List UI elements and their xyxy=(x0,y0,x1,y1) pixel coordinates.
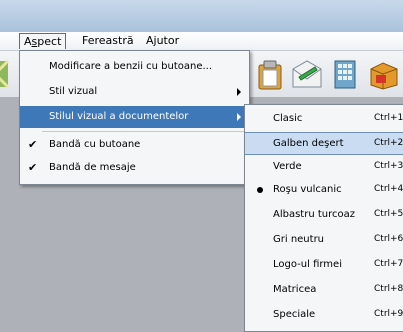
menu-aspect[interactable]: Aspect xyxy=(19,33,67,49)
shortcut-label: Ctrl+4 xyxy=(374,184,403,194)
style-label: Galben deşert xyxy=(273,138,344,149)
style-clasic[interactable]: Clasic Ctrl+1 xyxy=(245,107,403,130)
menu-item-label: Stil vizual xyxy=(49,86,98,97)
menu-item-modificare-banda[interactable]: Modificare a benzii cu butoane... xyxy=(20,56,249,78)
menu-item-stilul-documentelor[interactable]: Stilul vizual a documentelor xyxy=(20,106,249,128)
menu-separator xyxy=(42,131,245,132)
style-galben-desert[interactable]: Galben deşert Ctrl+2 xyxy=(245,132,403,155)
style-rosu-vulcanic[interactable]: Roşu vulcanic Ctrl+4 xyxy=(245,178,403,201)
style-verde[interactable]: Verde Ctrl+3 xyxy=(245,155,403,178)
shortcut-label: Ctrl+3 xyxy=(374,161,403,171)
shortcut-label: Ctrl+8 xyxy=(374,284,403,294)
style-matricea[interactable]: Matricea Ctrl+8 xyxy=(245,278,403,301)
pattern-icon[interactable] xyxy=(0,57,12,91)
menu-item-label: Bandă de mesaje xyxy=(49,162,136,173)
style-label: Matricea xyxy=(273,284,317,295)
checkmark-icon: ✔ xyxy=(28,161,38,174)
shortcut-label: Ctrl+7 xyxy=(374,259,403,269)
style-speciale[interactable]: Speciale Ctrl+9 xyxy=(245,303,403,326)
style-label: Gri neutru xyxy=(273,234,325,245)
menu-item-label: Modificare a benzii cu butoane... xyxy=(49,61,213,72)
style-albastru-turcoaz[interactable]: Albastru turcoaz Ctrl+5 xyxy=(245,203,403,226)
menu-item-banda-butoane[interactable]: ✔ Bandă cu butoane xyxy=(20,134,249,156)
style-label: Speciale xyxy=(273,309,316,320)
building-icon[interactable] xyxy=(328,57,362,91)
email-compose-icon[interactable] xyxy=(290,57,324,91)
menu-item-label: Stilul vizual a documentelor xyxy=(49,111,189,122)
title-bar xyxy=(0,0,403,32)
aspect-menu: Modificare a benzii cu butoane... Stil v… xyxy=(19,50,250,185)
style-label: Albastru turcoaz xyxy=(273,209,355,220)
style-label: Clasic xyxy=(273,113,303,124)
menu-item-label: Bandă cu butoane xyxy=(49,139,141,150)
style-label: Roşu vulcanic xyxy=(273,184,342,195)
menu-bar: Aspect Fereastră Ajutor xyxy=(0,32,403,51)
style-gri-neutru[interactable]: Gri neutru Ctrl+6 xyxy=(245,228,403,251)
clipboard-paste-icon[interactable] xyxy=(253,57,287,91)
shortcut-label: Ctrl+9 xyxy=(374,309,403,319)
box-icon[interactable] xyxy=(366,57,400,91)
menu-item-banda-mesaje[interactable]: ✔ Bandă de mesaje xyxy=(20,157,249,179)
shortcut-label: Ctrl+6 xyxy=(374,234,403,244)
shortcut-label: Ctrl+1 xyxy=(374,113,403,123)
menu-aspect-mnemonic: s xyxy=(31,35,38,48)
checkmark-icon: ✔ xyxy=(28,138,38,151)
selected-radio-dot-icon xyxy=(257,187,263,193)
document-style-submenu: Clasic Ctrl+1 Galben deşert Ctrl+2 Verde… xyxy=(244,104,403,332)
menu-fereastra[interactable]: Fereastră xyxy=(78,33,138,48)
menu-item-stil-vizual[interactable]: Stil vizual xyxy=(20,81,249,103)
style-label: Verde xyxy=(273,161,302,172)
shortcut-label: Ctrl+5 xyxy=(374,209,403,219)
style-logo-firmei[interactable]: Logo-ul firmei Ctrl+7 xyxy=(245,253,403,276)
style-label: Logo-ul firmei xyxy=(273,259,342,270)
submenu-arrow-icon xyxy=(237,113,241,121)
submenu-arrow-icon xyxy=(237,88,241,96)
menu-ajutor[interactable]: Ajutor xyxy=(142,33,183,48)
shortcut-label: Ctrl+2 xyxy=(374,138,403,148)
